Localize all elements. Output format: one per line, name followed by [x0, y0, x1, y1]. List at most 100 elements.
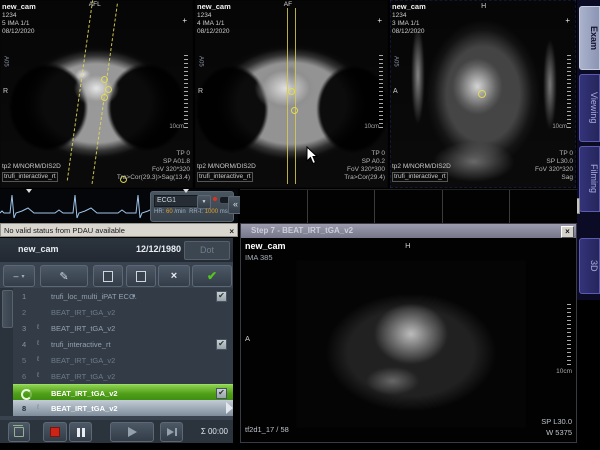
- row-checkbox[interactable]: ✔: [216, 388, 227, 399]
- paste-button[interactable]: [126, 265, 156, 287]
- fov-value: FoV 320*320: [152, 166, 190, 173]
- step-property-icon: ℓ: [37, 372, 39, 379]
- scrollbar-thumb[interactable]: [2, 290, 13, 328]
- dot-engine-button[interactable]: Dot: [184, 241, 230, 260]
- pause-icon: [77, 428, 80, 437]
- patient-name: new_cam: [392, 2, 426, 11]
- slice-handle[interactable]: [291, 107, 298, 114]
- minus-icon: –: [13, 271, 18, 281]
- segment-cross-icon[interactable]: +: [565, 16, 570, 26]
- queue-row-6[interactable]: 6 ℓ BEAT_IRT_tGA_v2: [13, 368, 233, 384]
- image-annotation-bottomleft: tp2 M/NORM/DIS2D trufi_interactive_rt: [197, 163, 256, 182]
- patient-header: new_cam 12/12/1980 Dot: [0, 238, 233, 262]
- segment-cross-icon[interactable]: +: [182, 16, 187, 26]
- step-property-icon: ℓ: [37, 324, 39, 331]
- delete-button[interactable]: [8, 422, 30, 442]
- film-cell[interactable]: [375, 190, 443, 223]
- sequence-counter: tf2d1_17 / 58: [245, 425, 289, 434]
- tab-filming[interactable]: Filming: [579, 146, 600, 212]
- running-spinner-icon: [21, 389, 32, 400]
- row-checkbox[interactable]: ✔: [216, 291, 227, 302]
- queue-row-5[interactable]: 5 ℓ BEAT_IRT_tGA_v2: [13, 352, 233, 368]
- trash-icon: [14, 427, 24, 437]
- edit-protocol-button[interactable]: ✎: [40, 265, 88, 287]
- series-number: 5 IMA 1/1: [2, 20, 29, 27]
- image-annotation-bottomright: TP 0 SP L30.0 FoV 320*320 Sag: [535, 150, 573, 183]
- step-image-area[interactable]: new_cam IMA 385 H A 10cm tf2d1_17 / 58 S…: [241, 238, 576, 442]
- cancel-button[interactable]: ×: [158, 265, 190, 287]
- queue-row-4[interactable]: 4 ℓ trufi_interactive_rt ✔: [13, 336, 233, 352]
- film-cell[interactable]: [510, 190, 577, 223]
- row-number: 2: [22, 308, 26, 317]
- slice-handle[interactable]: [288, 88, 295, 95]
- series-number: 4 IMA 1/1: [197, 20, 224, 27]
- play-button[interactable]: [110, 422, 154, 442]
- image-annotation-topleft: new_cam 1234 4 IMA 1/1 08/12/2020: [197, 2, 231, 37]
- slice-handle[interactable]: [101, 94, 108, 101]
- skip-to-end-button[interactable]: [160, 422, 183, 442]
- film-cell[interactable]: [240, 190, 308, 223]
- rr-unit: ms: [220, 209, 228, 215]
- segment-cross-icon[interactable]: +: [377, 16, 382, 26]
- list-scrollbar[interactable]: [0, 288, 13, 416]
- pause-button[interactable]: [69, 422, 92, 442]
- chevron-down-icon[interactable]: ▼: [197, 195, 211, 209]
- ecg-info-panel: ECG1 ▼ HR: 60 /min RR-t: 1000 ms: [150, 191, 234, 222]
- scan-date: 08/12/2020: [392, 28, 425, 35]
- apply-button[interactable]: ✔: [192, 265, 232, 287]
- image-viewport-3-selected[interactable]: new_cam 1234 3 IMA 1/1 08/12/2020 H + A0…: [390, 0, 576, 188]
- film-cell[interactable]: [308, 190, 376, 223]
- caret-icon: ▾: [22, 273, 25, 280]
- image-viewport-2[interactable]: new_cam 1234 4 IMA 1/1 08/12/2020 AF + A…: [195, 0, 388, 188]
- slice-position-line[interactable]: [287, 8, 288, 184]
- row-name: trufi_interactive_rt: [51, 340, 111, 349]
- copy-button[interactable]: [93, 265, 123, 287]
- ecg-channel-select[interactable]: ECG1: [154, 195, 198, 207]
- plane-value: Sag: [561, 174, 573, 181]
- window-value: W 5375: [546, 428, 572, 437]
- close-icon[interactable]: ×: [229, 225, 234, 238]
- tab-exam[interactable]: Exam: [579, 6, 600, 70]
- ecg-values: HR: 60 /min RR-t: 1000 ms: [154, 209, 228, 215]
- fov-value: FoV 320*300: [347, 166, 385, 173]
- orientation-top: H: [405, 241, 410, 250]
- tp-value: TP 0: [371, 150, 385, 157]
- edge-label: A05: [196, 56, 204, 67]
- row-number: 3: [22, 324, 26, 333]
- tab-3d[interactable]: 3D: [579, 238, 600, 294]
- scale-ruler: [567, 55, 571, 131]
- protocol-queue-list: 1 trufi_loc_multi_iPAT ECG. ◄ ✔ 2 BEAT_I…: [0, 288, 233, 416]
- hr-label: HR:: [154, 209, 164, 215]
- queue-row-3[interactable]: 3 ℓ BEAT_IRT_tGA_v2: [13, 320, 233, 336]
- slice-handle[interactable]: [105, 86, 112, 93]
- row-checkbox[interactable]: ✔: [216, 339, 227, 350]
- film-cell[interactable]: [443, 190, 511, 223]
- queue-row-8-selected[interactable]: 8 ℓ BEAT_IRT_tGA_v2: [13, 400, 233, 416]
- slice-handle[interactable]: [101, 76, 108, 83]
- slice-position-line[interactable]: [295, 8, 296, 184]
- window-title-bar[interactable]: Step 7 - BEAT_IRT_tGA_v2 ×: [241, 224, 576, 238]
- stop-button[interactable]: [43, 422, 67, 442]
- skip-bar-icon: [175, 428, 177, 436]
- patient-id: 1234: [2, 12, 16, 19]
- image-viewport-1[interactable]: new_cam 1234 5 IMA 1/1 08/12/2020 AFL + …: [0, 0, 193, 188]
- queue-row-2[interactable]: 2 BEAT_IRT_tGA_v2: [13, 304, 233, 320]
- rr-value: 1000: [205, 209, 218, 215]
- row-name: BEAT_IRT_tGA_v2: [51, 356, 115, 365]
- tab-viewing[interactable]: Viewing: [579, 74, 600, 142]
- slice-handle[interactable]: [478, 90, 486, 98]
- tech-params: tp2 M/NORM/DIS2D: [197, 163, 256, 170]
- row-number: 5: [22, 356, 26, 365]
- row-number: 1: [22, 292, 26, 301]
- mouse-cursor: [306, 146, 318, 165]
- image-number: IMA 385: [245, 253, 273, 262]
- queue-row-1[interactable]: 1 trufi_loc_multi_iPAT ECG. ◄ ✔: [13, 288, 233, 304]
- remove-step-button[interactable]: – ▾: [3, 265, 35, 287]
- orientation-left: R: [3, 88, 8, 97]
- scan-date: 08/12/2020: [2, 28, 35, 35]
- stop-icon: [50, 427, 60, 437]
- hr-unit: /min: [174, 209, 185, 215]
- close-icon[interactable]: ×: [561, 226, 574, 238]
- scan-date: 08/12/2020: [197, 28, 230, 35]
- tp-value: TP 0: [559, 150, 573, 157]
